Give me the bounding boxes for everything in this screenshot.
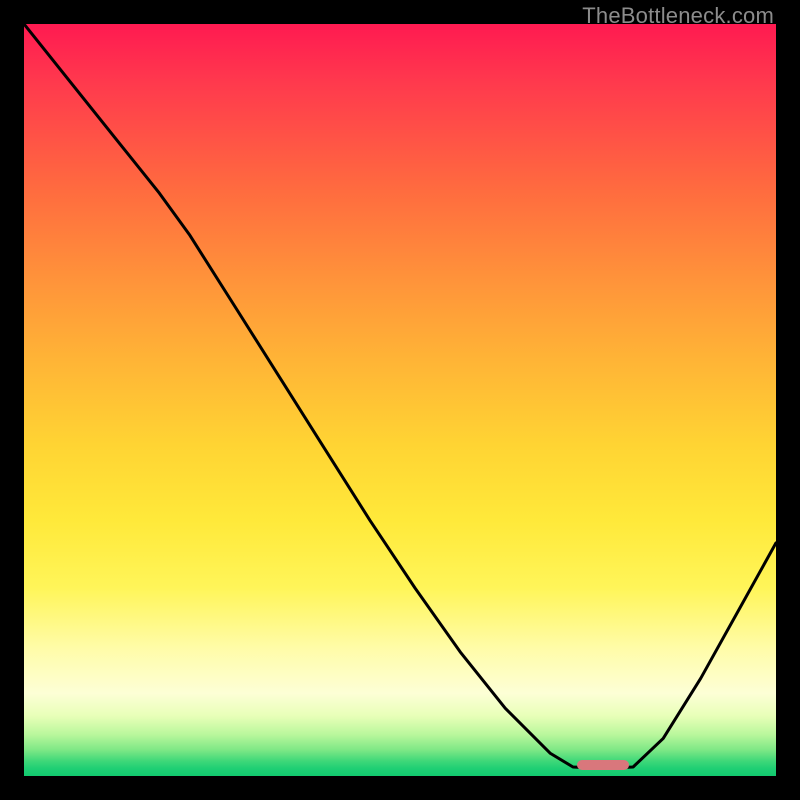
heat-gradient-background xyxy=(24,24,776,776)
chart-frame xyxy=(24,24,776,776)
plot-area xyxy=(24,24,776,776)
optimal-range-marker xyxy=(577,760,630,770)
